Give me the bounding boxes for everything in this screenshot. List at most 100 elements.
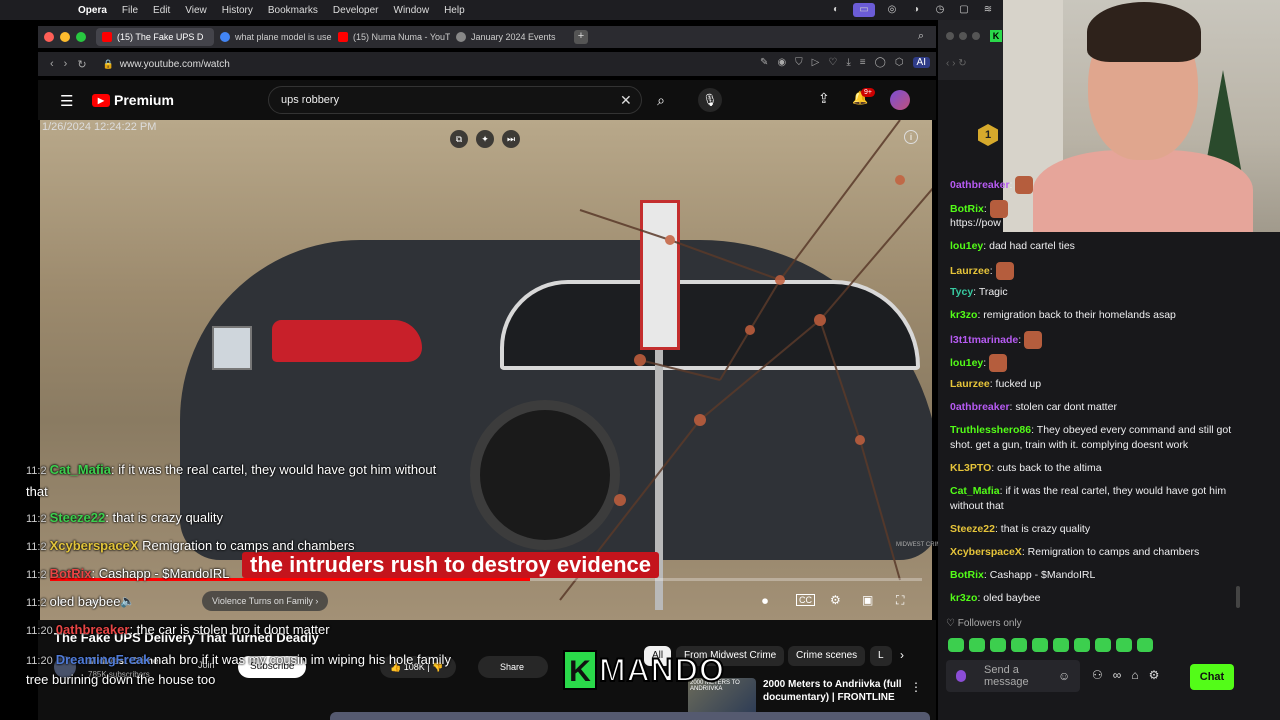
tab-search-icon[interactable]: ⌕ — [918, 30, 924, 43]
menu-app-name[interactable]: Opera — [78, 5, 107, 16]
menu-view[interactable]: View — [185, 5, 207, 16]
chat-username[interactable]: BotRix — [950, 203, 984, 215]
chat-send-button[interactable]: Chat — [1190, 664, 1234, 690]
chat-username[interactable]: Laurzee — [950, 265, 990, 277]
download-icon[interactable]: ⤓ — [846, 57, 850, 68]
display-icon[interactable]: ▢ — [957, 3, 971, 17]
clear-search-icon[interactable]: ✕ — [620, 92, 632, 109]
emote-icon[interactable] — [1053, 638, 1069, 652]
status-icon-3[interactable]: ◎ — [885, 3, 899, 17]
emote-icon[interactable] — [1095, 638, 1111, 652]
menu-window[interactable]: Window — [394, 5, 430, 16]
emoji-icon[interactable]: ☺ — [1058, 669, 1070, 683]
status-icon-screen[interactable]: ▭ — [853, 3, 875, 17]
reload-icon[interactable]: ↻ — [77, 58, 86, 71]
chat-username[interactable]: kr3zo — [950, 592, 977, 604]
clock-icon[interactable]: ◷ — [933, 3, 947, 17]
browser-tab[interactable]: January 2024 Events — [450, 28, 568, 46]
pip-icon[interactable]: ⧉ — [450, 130, 468, 148]
list-icon[interactable]: ≡ — [860, 57, 866, 68]
store-icon[interactable]: ⌂ — [1131, 668, 1138, 682]
chat-username[interactable]: 0athbreaker — [950, 179, 1010, 191]
chip-crime-scenes[interactable]: Crime scenes — [788, 646, 866, 666]
status-icon-1[interactable]: ◐ — [829, 3, 843, 17]
macos-dock[interactable] — [330, 712, 930, 720]
menu-history[interactable]: History — [222, 5, 253, 16]
chat-mic-icon[interactable] — [956, 670, 966, 682]
emote-icon[interactable] — [1074, 638, 1090, 652]
forward-icon[interactable]: › — [64, 58, 68, 70]
settings-gear-icon[interactable]: ⚙ — [830, 593, 841, 607]
account-avatar[interactable] — [890, 90, 910, 110]
browser-tab[interactable]: (15) The Fake UPS D — [96, 28, 214, 46]
status-icon-4[interactable]: ◑ — [909, 3, 923, 17]
edit-icon[interactable]: ✎ — [760, 57, 768, 68]
chat-username[interactable]: lou1ey — [950, 357, 983, 369]
chat-username[interactable]: Steeze22 — [950, 523, 995, 535]
emote-icon[interactable] — [969, 638, 985, 652]
play-icon[interactable]: ▷ — [812, 57, 820, 68]
recommended-title[interactable]: 2000 Meters to Andriivka (full documenta… — [763, 678, 913, 704]
browser-tab[interactable]: (15) Numa Numa - YouT — [332, 28, 450, 46]
heart-icon[interactable]: ♡ — [828, 57, 837, 68]
kick-favicon-icon[interactable]: K — [990, 30, 1002, 42]
users-icon[interactable]: ⚇ — [1092, 668, 1103, 682]
captions-icon[interactable]: CC — [796, 594, 815, 606]
emote-icon[interactable] — [948, 638, 964, 652]
chat-username[interactable]: 0athbreaker — [950, 401, 1010, 413]
emote-icon[interactable] — [1011, 638, 1027, 652]
chat-username[interactable]: Laurzee — [950, 378, 990, 390]
autoplay-toggle-icon[interactable]: ⏺ — [762, 594, 768, 609]
emote-icon[interactable] — [1032, 638, 1048, 652]
profile-icon[interactable]: ◯ — [875, 57, 886, 68]
search-input[interactable]: ups robbery — [268, 86, 642, 114]
fullscreen-icon[interactable]: ⛶ — [896, 593, 904, 608]
search-button-icon[interactable]: ⌕ — [644, 86, 678, 114]
back-icon[interactable]: ‹ — [50, 58, 54, 70]
chip-more[interactable]: L — [870, 646, 892, 666]
chat-username[interactable]: Truthlesshero86 — [950, 424, 1031, 436]
chat-username[interactable]: lou1ey — [950, 240, 983, 252]
emote-icon[interactable] — [990, 638, 1006, 652]
url-field[interactable]: www.youtube.com/watch — [120, 59, 230, 70]
chat-username[interactable]: l3t1tmarinade — [950, 334, 1018, 346]
skip-icon[interactable]: ⏭ — [502, 130, 520, 148]
chat-username[interactable]: KL3PTO — [950, 462, 991, 474]
extension-icon[interactable]: ⬡ — [895, 57, 904, 68]
enhance-icon[interactable]: ✦ — [476, 130, 494, 148]
link-icon[interactable]: ∞ — [1113, 668, 1122, 682]
chat-input[interactable]: Send a message ☺ — [946, 660, 1080, 692]
minimize-window-button[interactable] — [60, 32, 70, 42]
emote-icon[interactable] — [1116, 638, 1132, 652]
chat-username[interactable]: Tycy — [950, 286, 973, 298]
chat-username[interactable]: XcyberspaceX — [950, 546, 1022, 558]
close-window-button[interactable] — [44, 32, 54, 42]
chat-scrollbar[interactable] — [1236, 586, 1240, 608]
menu-file[interactable]: File — [122, 5, 138, 16]
chevron-right-icon[interactable]: › — [900, 648, 904, 662]
chat-settings-icon[interactable]: ⚙ — [1149, 668, 1160, 682]
hamburger-menu-icon[interactable]: ☰ — [60, 92, 73, 110]
chat-username[interactable]: Cat_Mafia — [950, 485, 1000, 497]
emote-icon[interactable] — [1137, 638, 1153, 652]
chat-username[interactable]: BotRix — [950, 569, 984, 581]
youtube-logo[interactable]: ▶ Premium — [92, 92, 174, 108]
new-tab-icon[interactable]: + — [574, 30, 588, 44]
menu-bookmarks[interactable]: Bookmarks — [268, 5, 318, 16]
shield-icon[interactable]: ⛉ — [795, 57, 803, 68]
voice-search-icon[interactable]: 🎙 — [698, 88, 722, 112]
more-options-icon[interactable]: ⋮ — [910, 680, 922, 694]
chat-username[interactable]: kr3zo — [950, 309, 977, 321]
camera-icon[interactable]: ◉ — [777, 57, 786, 68]
menu-developer[interactable]: Developer — [333, 5, 379, 16]
maximize-window-button[interactable] — [76, 32, 86, 42]
wifi-icon[interactable]: ≋ — [981, 3, 995, 17]
ai-button[interactable]: AI — [912, 57, 930, 68]
miniplayer-icon[interactable]: ▣ — [862, 593, 873, 607]
info-icon[interactable]: i — [904, 130, 918, 144]
menu-edit[interactable]: Edit — [153, 5, 170, 16]
kick-back-icon[interactable]: ‹ › ↻ — [946, 58, 967, 69]
create-upload-icon[interactable]: ⇪ — [818, 90, 830, 107]
browser-tab[interactable]: what plane model is use — [214, 28, 332, 46]
menu-help[interactable]: Help — [444, 5, 465, 16]
